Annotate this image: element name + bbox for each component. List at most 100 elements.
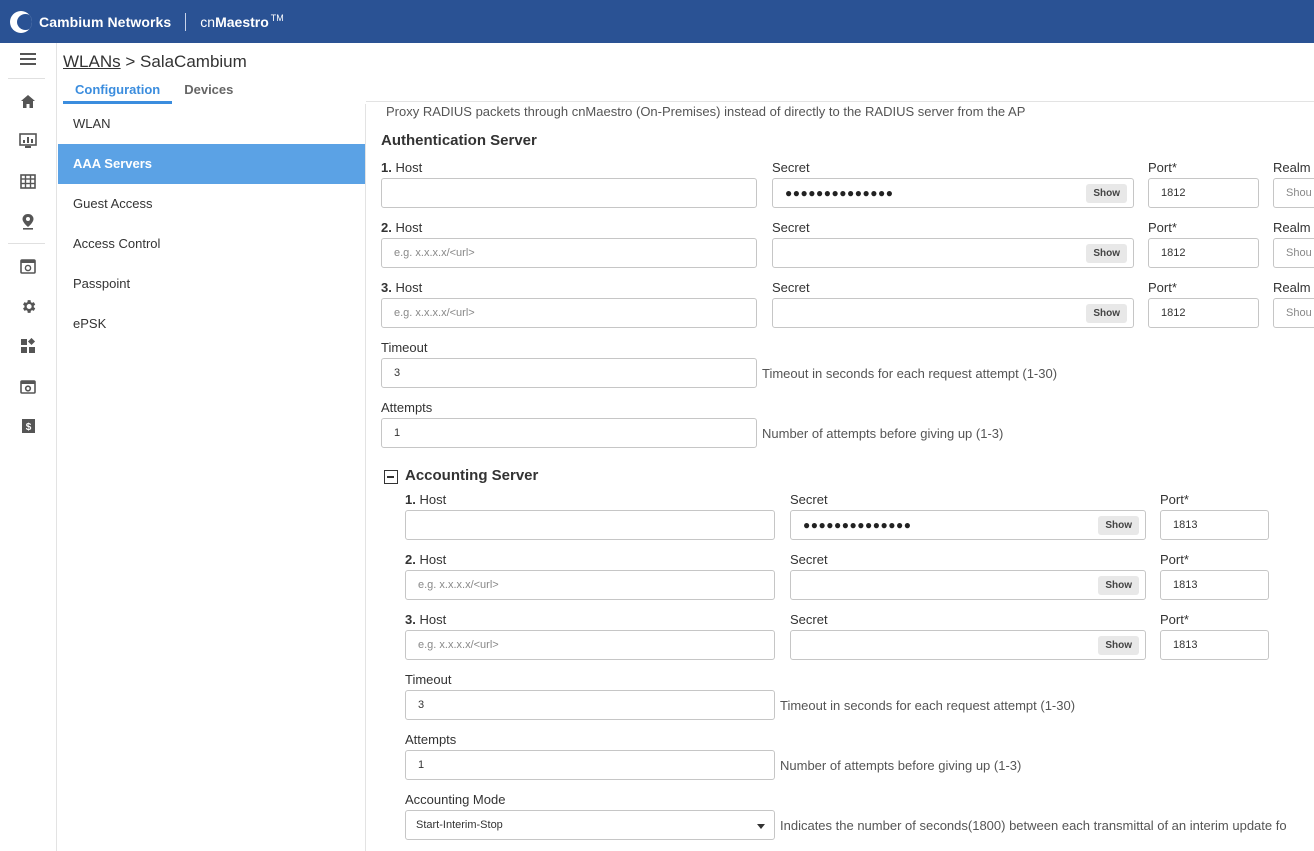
acct-port-3-input[interactable]: 1813 xyxy=(1160,630,1269,660)
auth-host-label: Host xyxy=(395,160,423,175)
acct-host-label: Host xyxy=(419,552,447,567)
auth-realm-2-label: Realm xyxy=(1273,220,1311,235)
auth-host-2-input[interactable]: e.g. x.x.x.x/<url> xyxy=(381,238,757,268)
calendar-settings-icon[interactable] xyxy=(16,374,40,398)
tab-devices[interactable]: Devices xyxy=(172,80,245,104)
acct-secret-2-input[interactable]: Show xyxy=(790,570,1146,600)
subnav-item-guest-access[interactable]: Guest Access xyxy=(58,184,365,224)
accounting-collapse-toggle[interactable] xyxy=(384,470,398,489)
auth-realm-1-label: Realm xyxy=(1273,160,1311,175)
product-name: cnMaestro TM xyxy=(200,13,283,30)
acct-secret-2-label: Secret xyxy=(790,552,828,567)
apps-icon[interactable] xyxy=(16,334,40,358)
subnav-item-aaa-servers[interactable]: AAA Servers xyxy=(58,144,365,184)
acct-secret-3-input[interactable]: Show xyxy=(790,630,1146,660)
auth-host-3-label: 3. Host xyxy=(381,280,422,295)
auth-secret-1-value: ●●●●●●●●●●●●●● xyxy=(785,186,894,200)
acct-host-3-input[interactable]: e.g. x.x.x.x/<url> xyxy=(405,630,775,660)
auth-port-1-label: Port* xyxy=(1148,160,1177,175)
acct-secret-3-label: Secret xyxy=(790,612,828,627)
auth-host-1-input[interactable] xyxy=(381,178,757,208)
tab-bar: Configuration Devices xyxy=(63,80,245,104)
auth-secret-2-label: Secret xyxy=(772,220,810,235)
subnav-item-passpoint[interactable]: Passpoint xyxy=(58,264,365,304)
auth-secret-3-show-button[interactable]: Show xyxy=(1086,304,1127,323)
acct-secret-2-show-button[interactable]: Show xyxy=(1098,576,1139,595)
auth-host-1-label: 1. Host xyxy=(381,160,422,175)
header-divider xyxy=(185,12,187,31)
breadcrumb-separator: > xyxy=(125,52,136,71)
subnav-item-epsk[interactable]: ePSK xyxy=(58,304,365,344)
top-bar: Cambium Networks cnMaestro TM xyxy=(0,0,1314,43)
auth-realm-2-input[interactable]: Shou xyxy=(1273,238,1314,268)
auth-host-3-input[interactable]: e.g. x.x.x.x/<url> xyxy=(381,298,757,328)
brand-name: Cambium Networks xyxy=(39,13,172,30)
home-icon[interactable] xyxy=(16,89,40,113)
accounting-mode-select[interactable]: Start-Interim-Stop xyxy=(405,810,775,840)
auth-port-2-input[interactable]: 1812 xyxy=(1148,238,1259,268)
location-pin-icon[interactable] xyxy=(16,209,40,233)
auth-port-2-label: Port* xyxy=(1148,220,1177,235)
auth-host-label: Host xyxy=(395,220,423,235)
dashboard-icon[interactable] xyxy=(16,129,40,153)
acct-timeout-help: Timeout in seconds for each request atte… xyxy=(780,698,1076,713)
auth-secret-3-input[interactable]: Show xyxy=(772,298,1134,328)
auth-secret-1-input[interactable]: ●●●●●●●●●●●●●● Show xyxy=(772,178,1134,208)
dollar-icon[interactable]: $ xyxy=(16,414,40,438)
auth-secret-2-input[interactable]: Show xyxy=(772,238,1134,268)
chevron-down-icon xyxy=(757,824,765,829)
gear-icon[interactable] xyxy=(16,294,40,318)
acct-secret-1-input[interactable]: ●●●●●●●●●●●●●● Show xyxy=(790,510,1146,540)
auth-secret-1-show-button[interactable]: Show xyxy=(1086,184,1127,203)
accounting-mode-help: Indicates the number of seconds(1800) be… xyxy=(780,818,1287,833)
acct-host-1-input[interactable] xyxy=(405,510,775,540)
acct-port-2-input[interactable]: 1813 xyxy=(1160,570,1269,600)
auth-attempts-input[interactable]: 1 xyxy=(381,418,757,448)
auth-secret-2-show-button[interactable]: Show xyxy=(1086,244,1127,263)
svg-text:$: $ xyxy=(25,422,31,433)
acct-attempts-input[interactable]: 1 xyxy=(405,750,775,780)
auth-host-2-label: 2. Host xyxy=(381,220,422,235)
subnav-item-access-control[interactable]: Access Control xyxy=(58,224,365,264)
rail-divider xyxy=(8,243,45,244)
acct-secret-3-show-button[interactable]: Show xyxy=(1098,636,1139,655)
menu-icon[interactable] xyxy=(16,47,40,71)
auth-row-2-num: 2. xyxy=(381,220,392,235)
cambium-logo-icon xyxy=(10,10,32,33)
auth-attempts-label: Attempts xyxy=(381,400,433,415)
auth-realm-1-input[interactable]: Shou xyxy=(1273,178,1314,208)
table-icon[interactable] xyxy=(16,169,40,193)
monitor-icon[interactable] xyxy=(16,254,40,278)
acct-secret-1-label: Secret xyxy=(790,492,828,507)
auth-timeout-input[interactable]: 3 xyxy=(381,358,757,388)
auth-realm-3-input[interactable]: Shou xyxy=(1273,298,1314,328)
auth-server-title: Authentication Server xyxy=(381,132,537,149)
product-prefix: cn xyxy=(200,14,216,30)
acct-attempts-label: Attempts xyxy=(405,732,457,747)
acct-host-2-input[interactable]: e.g. x.x.x.x/<url> xyxy=(405,570,775,600)
product-main: Maestro xyxy=(215,14,269,30)
acct-port-1-input[interactable]: 1813 xyxy=(1160,510,1269,540)
rail-divider xyxy=(8,78,45,79)
acct-row-3-num: 3. xyxy=(405,612,416,627)
acct-secret-1-show-button[interactable]: Show xyxy=(1098,516,1139,535)
subnav-item-wlan[interactable]: WLAN xyxy=(58,104,365,144)
auth-secret-3-label: Secret xyxy=(772,280,810,295)
accounting-mode-value: Start-Interim-Stop xyxy=(416,819,503,831)
auth-timeout-label: Timeout xyxy=(381,340,428,355)
auth-port-3-input[interactable]: 1812 xyxy=(1148,298,1259,328)
auth-port-1-input[interactable]: 1812 xyxy=(1148,178,1259,208)
auth-timeout-help: Timeout in seconds for each request atte… xyxy=(762,366,1058,381)
collapse-minus-icon xyxy=(384,470,398,484)
acct-timeout-input[interactable]: 3 xyxy=(405,690,775,720)
breadcrumb-wlans-link[interactable]: WLANs xyxy=(63,52,121,71)
auth-row-1-num: 1. xyxy=(381,160,392,175)
acct-port-1-label: Port* xyxy=(1160,492,1189,507)
acct-row-1-num: 1. xyxy=(405,492,416,507)
acct-port-3-label: Port* xyxy=(1160,612,1189,627)
acct-host-label: Host xyxy=(419,612,447,627)
breadcrumb: WLANs > SalaCambium xyxy=(63,52,247,72)
aaa-servers-panel: Proxy RADIUS packets through cnMaestro (… xyxy=(366,102,1314,851)
tab-configuration[interactable]: Configuration xyxy=(63,80,173,104)
auth-host-label: Host xyxy=(395,280,423,295)
